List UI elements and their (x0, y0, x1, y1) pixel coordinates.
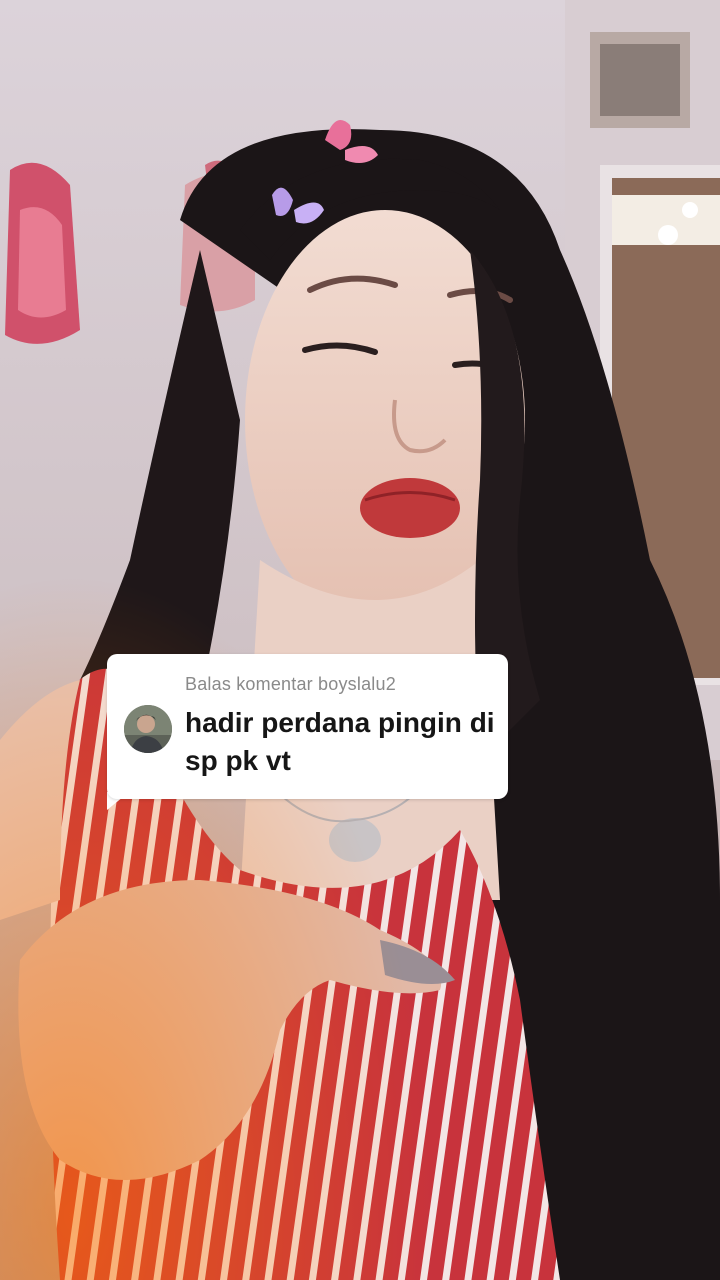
reply-comment-card[interactable]: Balas komentar boyslalu2 hadir perdana p… (107, 654, 508, 799)
user-avatar-icon[interactable] (124, 705, 172, 753)
reply-comment-text: hadir perdana pingin di sp pk vt (185, 707, 495, 776)
video-frame (0, 0, 720, 1280)
video-player[interactable]: Balas komentar boyslalu2 hadir perdana p… (0, 0, 720, 1280)
reply-header: Balas komentar boyslalu2 (185, 674, 396, 694)
